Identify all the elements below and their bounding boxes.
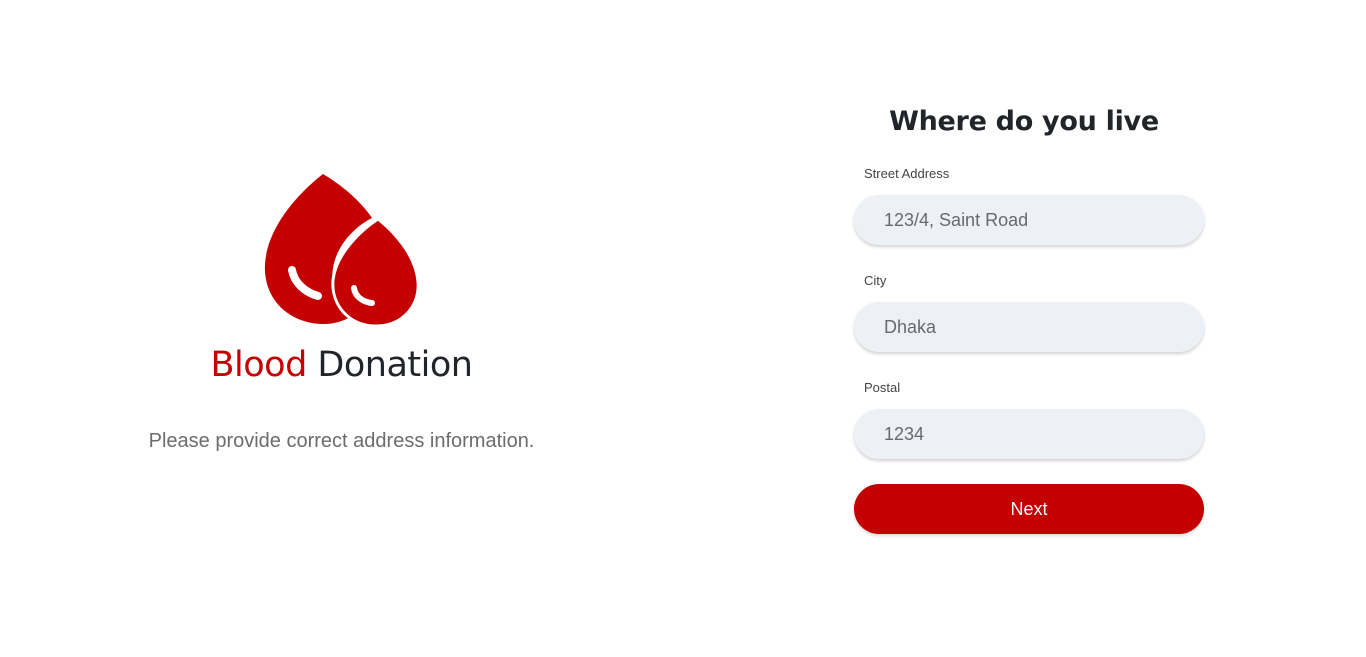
city-label: City — [864, 273, 887, 288]
street-address-label: Street Address — [864, 166, 950, 181]
postal-label: Postal — [864, 380, 901, 395]
blood-drops-icon — [264, 174, 420, 328]
street-address-input[interactable] — [854, 195, 1204, 245]
brand-title-accent: Blood — [210, 345, 308, 385]
city-input[interactable] — [854, 302, 1204, 352]
postal-input[interactable] — [854, 409, 1204, 459]
brand-title: Blood Donation — [0, 343, 683, 387]
brand-subtitle: Please provide correct address informati… — [148, 430, 535, 452]
form-heading: Where do you live — [889, 106, 1159, 137]
next-button[interactable]: Next — [854, 484, 1204, 534]
page: Blood Donation Please provide correct ad… — [0, 0, 1366, 657]
brand-title-rest: Donation — [306, 345, 473, 385]
